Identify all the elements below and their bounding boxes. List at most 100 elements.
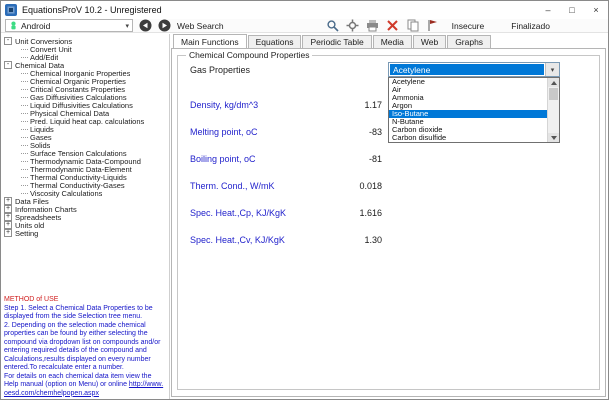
method-of-use-footer: For details on each chemical data item v… <box>4 373 165 399</box>
sidebar-item-unit-conversions[interactable]: - Unit Conversions <box>4 37 169 45</box>
groupbox-title: Chemical Compound Properties <box>186 50 312 60</box>
combo-drop-button[interactable]: ▾ <box>545 63 559 76</box>
minimize-icon: – <box>545 5 550 15</box>
tab-content: Chemical Compound Properties Gas Propert… <box>171 48 606 397</box>
property-value: 1.616 <box>359 208 382 218</box>
scroll-up-button[interactable] <box>548 78 559 87</box>
tab-bar: Main Functions Equations Periodic Table … <box>170 34 608 48</box>
print-button[interactable] <box>366 19 380 32</box>
tree-toggle-icon[interactable]: + <box>4 229 12 237</box>
main-panel: Main Functions Equations Periodic Table … <box>170 34 608 399</box>
title-bar: EquationsProV 10.2 - Unregistered – □ × <box>1 1 608 19</box>
scrollbar-thumb[interactable] <box>549 88 558 100</box>
tab-main-functions[interactable]: Main Functions <box>173 34 247 48</box>
maximize-icon: □ <box>569 5 574 15</box>
sidebar-item-convert-unit[interactable]: Convert Unit <box>4 45 169 53</box>
method-of-use-step2: 2. Depending on the selection made chemi… <box>4 322 165 373</box>
tree-toggle-icon[interactable]: - <box>4 37 12 45</box>
device-select-value: Android <box>21 21 50 31</box>
property-row-specific-heat-cv: Spec. Heat.,Cv, KJ/KgK 1.30 <box>190 229 382 256</box>
property-value: 1.17 <box>364 100 382 110</box>
property-label: Therm. Cond., W/mK <box>190 181 275 191</box>
property-label: Melting point, oC <box>190 127 258 137</box>
status-label: Finalizado <box>511 21 550 31</box>
tree-toggle-icon[interactable]: + <box>4 197 12 205</box>
scroll-up-icon <box>551 81 557 85</box>
property-value: -81 <box>369 154 382 164</box>
sidebar-item-setting[interactable]: + Setting <box>4 229 169 237</box>
dropdown-option-ammonia[interactable]: Ammonia <box>389 94 547 102</box>
close-document-button[interactable] <box>386 19 400 32</box>
tree-item-label: Setting <box>15 229 38 238</box>
tree-toggle-icon[interactable]: + <box>4 221 12 229</box>
window-controls: – □ × <box>536 1 608 19</box>
property-row-boiling-point: Boiling point, oC -81 <box>190 148 382 175</box>
property-label: Spec. Heat.,Cv, KJ/KgK <box>190 235 285 245</box>
forward-button[interactable] <box>158 19 171 32</box>
navigation-tree: - Unit Conversions Convert Unit Add/Edit… <box>1 34 169 237</box>
dropdown-scrollbar[interactable] <box>547 78 559 142</box>
flag-icon <box>427 19 438 32</box>
app-icon <box>5 4 17 16</box>
property-label: Density, kg/dm^3 <box>190 100 258 110</box>
dropdown-options: Acetylene Air Ammonia Argon Iso-Butane N… <box>389 78 547 142</box>
close-icon <box>387 20 398 31</box>
tab-media[interactable]: Media <box>373 35 412 48</box>
gas-properties-label: Gas Properties <box>190 65 250 75</box>
maximize-button[interactable]: □ <box>560 1 584 19</box>
tab-web[interactable]: Web <box>413 35 446 48</box>
property-row-density: Density, kg/dm^3 1.17 <box>190 94 382 121</box>
property-row-melting-point: Melting point, oC -83 <box>190 121 382 148</box>
method-of-use: METHOD of USE Step 1. Select a Chemical … <box>4 296 165 398</box>
copy-button[interactable] <box>406 19 420 32</box>
toolbar-icon-cluster: Insecure <box>326 19 485 32</box>
tab-equations[interactable]: Equations <box>248 35 302 48</box>
close-window-icon: × <box>593 5 598 15</box>
toolbar: Android ▾ Web Search <box>1 19 608 33</box>
chemical-compound-properties-group: Chemical Compound Properties Gas Propert… <box>177 55 600 390</box>
sidebar-item-gases[interactable]: Gases <box>4 133 169 141</box>
sidebar-item-pred-liquid-heat-cap[interactable]: Pred. Liquid heat cap. calculations <box>4 117 169 125</box>
close-window-button[interactable]: × <box>584 1 608 19</box>
method-of-use-heading: METHOD of USE <box>4 296 165 305</box>
window-title: EquationsProV 10.2 - Unregistered <box>22 5 162 15</box>
minimize-button[interactable]: – <box>536 1 560 19</box>
search-icon <box>326 19 339 32</box>
app-window: EquationsProV 10.2 - Unregistered – □ × … <box>0 0 609 400</box>
android-icon <box>9 21 18 30</box>
dropdown-option-acetylene[interactable]: Acetylene <box>389 78 547 86</box>
sidebar-item-liquids[interactable]: Liquids <box>4 125 169 133</box>
gear-icon <box>346 19 359 32</box>
tree-toggle-icon[interactable]: + <box>4 213 12 221</box>
printer-icon <box>366 19 379 32</box>
tab-periodic-table[interactable]: Periodic Table <box>302 35 371 48</box>
copy-icon <box>407 19 419 32</box>
dropdown-option-carbon-disulfide[interactable]: Carbon disulfide <box>389 134 547 142</box>
property-row-thermal-conductivity: Therm. Cond., W/mK 0.018 <box>190 175 382 202</box>
gas-properties-dropdown: Acetylene Air Ammonia Argon Iso-Butane N… <box>388 77 560 143</box>
property-value: 1.30 <box>364 235 382 245</box>
flag-button[interactable] <box>426 19 440 32</box>
property-label: Spec. Heat.,Cp, KJ/KgK <box>190 208 286 218</box>
tab-graphs[interactable]: Graphs <box>447 35 491 48</box>
gas-properties-select-value: Acetylene <box>390 64 544 75</box>
method-of-use-step1: Step 1. Select a Chemical Data Propertie… <box>4 305 165 322</box>
chevron-down-icon: ▾ <box>551 66 555 74</box>
settings-button[interactable] <box>346 19 360 32</box>
device-select[interactable]: Android ▾ <box>5 19 133 32</box>
property-label: Boiling point, oC <box>190 154 256 164</box>
back-button[interactable] <box>139 19 152 32</box>
insecure-label: Insecure <box>452 21 485 31</box>
scroll-down-icon <box>551 136 557 140</box>
scroll-down-button[interactable] <box>548 133 559 142</box>
gas-properties-select[interactable]: Acetylene ▾ <box>388 62 560 77</box>
property-value: 0.018 <box>359 181 382 191</box>
property-value: -83 <box>369 127 382 137</box>
web-search-label: Web Search <box>177 21 224 31</box>
search-button[interactable] <box>326 19 340 32</box>
property-row-specific-heat-cp: Spec. Heat.,Cp, KJ/KgK 1.616 <box>190 202 382 229</box>
chevron-down-icon: ▾ <box>125 22 129 30</box>
tree-toggle-icon[interactable]: + <box>4 205 12 213</box>
property-list: Density, kg/dm^3 1.17 Melting point, oC … <box>190 94 382 256</box>
tree-toggle-icon[interactable]: - <box>4 61 12 69</box>
